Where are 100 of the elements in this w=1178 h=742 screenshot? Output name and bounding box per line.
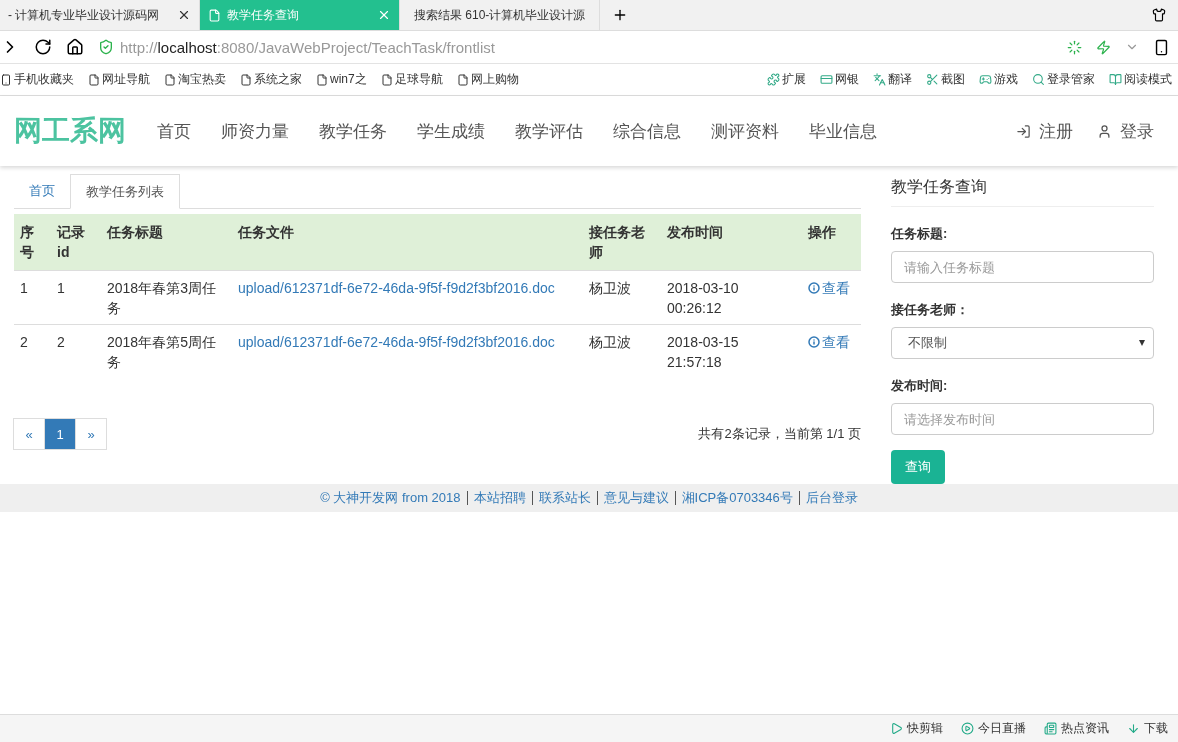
input-field[interactable]: 请输入任务标题: [891, 251, 1154, 283]
bookmark[interactable]: win7之: [316, 71, 367, 88]
table-cell: 1: [51, 270, 101, 325]
phone-icon: [0, 73, 12, 86]
status-icon: [1127, 722, 1140, 735]
panel-title: 教学任务查询: [891, 174, 1154, 207]
input-field[interactable]: 请选择发布时间: [891, 403, 1154, 435]
nav-link[interactable]: 首页: [142, 119, 206, 143]
toolbar-button[interactable]: 登录管家: [1032, 71, 1095, 88]
reload-icon[interactable]: [34, 38, 52, 56]
toolbar-button[interactable]: 扩展: [767, 71, 806, 88]
nav-link[interactable]: 测评资料: [696, 119, 794, 143]
breadcrumb-tab[interactable]: 首页: [14, 174, 70, 208]
table-cell: 2: [51, 324, 101, 378]
nav-link[interactable]: 毕业信息: [794, 119, 892, 143]
page-icon: [456, 73, 469, 86]
toolbar-button[interactable]: 阅读模式: [1109, 71, 1172, 88]
spinner-icon: [1067, 39, 1082, 55]
page-number[interactable]: 1: [44, 418, 76, 450]
column-header: 记录id: [51, 214, 101, 271]
table-cell: 1: [14, 270, 51, 325]
previous-page[interactable]: «: [13, 418, 45, 450]
status-icon: [961, 722, 974, 735]
table-cell: 杨卫波: [583, 324, 661, 378]
close-icon[interactable]: [177, 8, 191, 22]
url-text: http://localhost:8080/JavaWebProject/TeachTask/frontlist: [120, 38, 495, 56]
tool-icon: [1032, 73, 1045, 86]
breadcrumb-tab[interactable]: 教学任务列表: [70, 174, 180, 209]
table-cell: 2018-03-10 00:26:12: [661, 270, 802, 325]
user-icon: [1097, 123, 1112, 139]
toolbar-button[interactable]: 截图: [926, 71, 965, 88]
view-link[interactable]: 查看: [808, 332, 850, 352]
tool-icon: [767, 73, 780, 86]
status-item[interactable]: 下载: [1127, 720, 1168, 737]
tool-icon: [820, 73, 833, 86]
account-link[interactable]: 登录: [1097, 119, 1154, 143]
next-page[interactable]: »: [75, 418, 107, 450]
column-header: 序号: [14, 214, 51, 271]
toolbar-button[interactable]: 网银: [820, 71, 859, 88]
tool-icon: [1109, 73, 1122, 86]
shield-icon: [98, 39, 114, 55]
account-link[interactable]: 注册: [1016, 119, 1073, 143]
lightning-icon[interactable]: [1096, 39, 1111, 55]
nav-link[interactable]: 教学评估: [500, 119, 598, 143]
nav-link[interactable]: 学生成绩: [402, 119, 500, 143]
tool-icon: [873, 73, 886, 86]
table-cell: 2018年春第5周任务: [101, 324, 232, 378]
info-icon: [808, 336, 820, 348]
page-icon: [164, 73, 176, 86]
footer-link[interactable]: 后台登录: [805, 489, 858, 507]
footer-link[interactable]: 湘ICP备0703346号: [681, 489, 793, 507]
file-link[interactable]: upload/612371df-6e72-46da-9f5f-f9d2f3bf2016.doc: [238, 334, 555, 350]
bookmark[interactable]: 网址导航: [88, 71, 150, 88]
shirt-icon[interactable]: [1152, 8, 1166, 22]
status-item[interactable]: 快剪辑: [890, 720, 943, 737]
status-item[interactable]: 热点资讯: [1044, 720, 1109, 737]
page-icon: [380, 73, 393, 86]
bookmark[interactable]: 手机收藏夹: [0, 71, 74, 88]
new-tab-icon[interactable]: [612, 7, 628, 23]
status-icon: [1044, 722, 1057, 735]
column-header: 接任务老师: [583, 214, 661, 271]
tool-icon: [926, 73, 939, 86]
footer-link[interactable]: 联系站长: [538, 489, 591, 507]
status-item[interactable]: 今日直播: [961, 720, 1026, 737]
column-header: 操作: [802, 214, 861, 271]
table-cell: 2018-03-15 21:57:18: [661, 324, 802, 378]
file-link[interactable]: upload/612371df-6e72-46da-9f5f-f9d2f3bf2016.doc: [238, 280, 555, 296]
toolbar-button[interactable]: 翻译: [873, 71, 912, 88]
home-icon[interactable]: [66, 38, 84, 56]
status-icon: [890, 722, 903, 735]
phone-icon[interactable]: [1153, 38, 1170, 56]
nav-link[interactable]: 教学任务: [304, 119, 402, 143]
page-icon: [208, 8, 221, 22]
table-cell: 杨卫波: [583, 270, 661, 325]
bookmark[interactable]: 系统之家: [240, 71, 302, 88]
nav-link[interactable]: 综合信息: [598, 119, 696, 143]
teacher-select[interactable]: 不限制: [891, 327, 1154, 359]
address-field[interactable]: http://localhost:8080/JavaWebProject/TeachTask/frontlist: [98, 38, 1053, 56]
table-cell: 2018年春第3周任务: [101, 270, 232, 325]
field-label: 接任务老师：: [891, 301, 970, 319]
info-icon: [808, 282, 820, 294]
page-icon: [316, 73, 328, 86]
view-link[interactable]: 查看: [808, 278, 850, 298]
column-header: 任务标题: [101, 214, 232, 271]
page-icon: [240, 73, 252, 86]
column-header: 发布时间: [661, 214, 802, 271]
footer-link[interactable]: 本站招聘: [473, 489, 526, 507]
copyright-text: © 大神开发网 from 2018: [320, 489, 461, 507]
field-label: 发布时间:: [891, 377, 949, 395]
tool-icon: [979, 73, 992, 86]
sign-in-icon: [1016, 123, 1031, 139]
bookmark[interactable]: 淘宝热卖: [164, 71, 226, 88]
bookmark[interactable]: 足球导航: [380, 71, 443, 88]
footer-link[interactable]: 意见与建议: [603, 489, 669, 507]
column-header: 任务文件: [232, 214, 583, 271]
toolbar-button[interactable]: 游戏: [979, 71, 1018, 88]
nav-link[interactable]: 师资力量: [206, 119, 304, 143]
page-icon: [88, 73, 100, 86]
bookmark[interactable]: 网上购物: [456, 71, 519, 88]
table-cell: 2: [14, 324, 51, 378]
